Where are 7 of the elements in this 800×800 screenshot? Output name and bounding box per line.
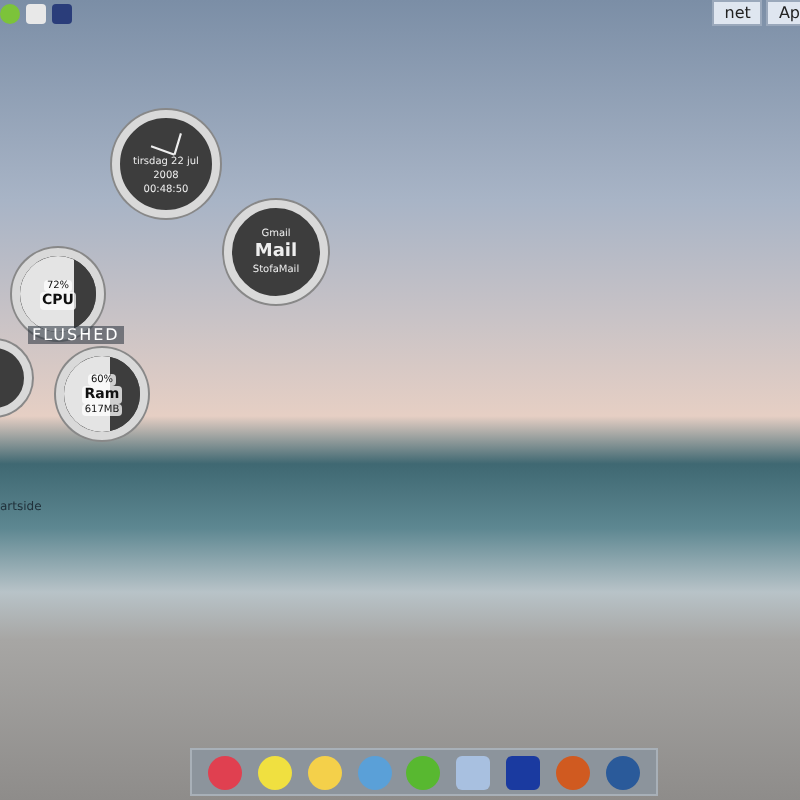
app-icon[interactable]: [257, 755, 292, 789]
taskbar-button[interactable]: Ap: [766, 0, 800, 26]
taskbar-button[interactable]: net: [712, 0, 763, 26]
caption-text: FLUSHED: [28, 326, 124, 344]
mail-title: Mail: [254, 241, 298, 263]
app-icon[interactable]: [207, 755, 242, 789]
clock-hands-icon: [150, 131, 182, 155]
